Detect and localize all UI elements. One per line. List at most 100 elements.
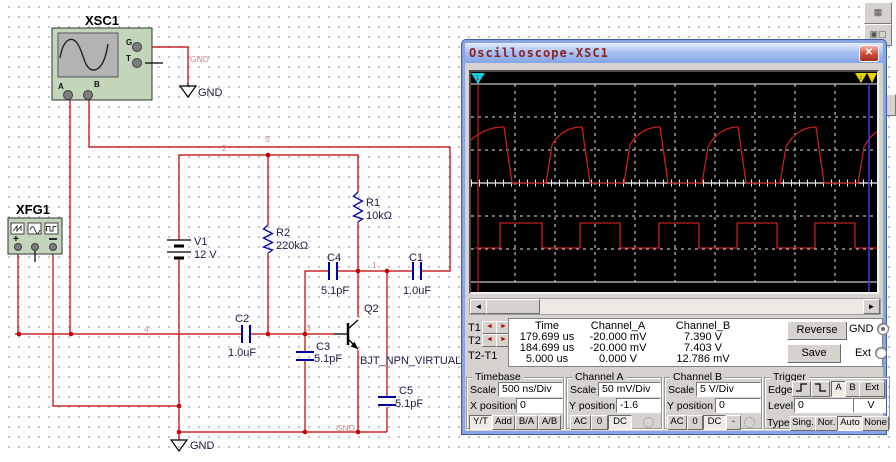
- terminal-a[interactable]: [64, 91, 73, 100]
- c3-value: 5.1pF: [314, 353, 342, 365]
- ext-radio[interactable]: Ext: [855, 347, 887, 359]
- terminal-t[interactable]: [133, 59, 142, 68]
- scroll-left-icon[interactable]: ◄: [470, 299, 487, 314]
- transistor-q2[interactable]: Q2 BJT_NPN_VIRTUAL: [334, 303, 461, 367]
- capacitor-c2: [242, 325, 250, 343]
- channel-b-probe-radio-icon[interactable]: [744, 417, 755, 428]
- channel-b-ac-button[interactable]: AC: [667, 415, 687, 430]
- terminal-common[interactable]: [32, 244, 39, 251]
- c3-ref: C3: [316, 341, 330, 353]
- title-bar[interactable]: Oscilloscope-XSC1 ✕: [465, 43, 883, 63]
- grid-icon[interactable]: ▦: [864, 2, 892, 24]
- trigger-b-button[interactable]: B: [845, 381, 860, 397]
- channel-a-ypos-input[interactable]: -1.6: [616, 398, 661, 413]
- resistor-r2[interactable]: R2 220kΩ: [264, 225, 309, 253]
- channel-b-dc-button[interactable]: DC: [703, 415, 726, 430]
- function-generator-xfg1[interactable]: + XFG1: [8, 202, 62, 262]
- c2-ref: C2: [235, 313, 249, 325]
- ab-button[interactable]: A/B: [538, 415, 561, 430]
- trigger-unit-select[interactable]: V: [853, 398, 886, 413]
- scroll-right-icon[interactable]: ►: [863, 299, 880, 314]
- trigger-edge-label: Edge: [768, 384, 793, 396]
- c5-ref: C5: [399, 385, 413, 397]
- channel-b-ypos-input[interactable]: 0: [715, 398, 761, 413]
- channel-a-dc-button[interactable]: DC: [608, 415, 632, 430]
- scope-screen-icon: [58, 33, 118, 77]
- ground-symbol-top[interactable]: [180, 83, 196, 97]
- trigger-nor-button[interactable]: Nor.: [815, 416, 838, 431]
- pin-label-g: G: [126, 38, 132, 47]
- c1-ref: C1: [409, 252, 423, 264]
- channel-a-zero-button[interactable]: 0: [591, 415, 608, 430]
- trigger-type-label: Type: [767, 417, 790, 429]
- ground-symbol-bottom[interactable]: [171, 440, 187, 451]
- add-button[interactable]: Add: [492, 415, 515, 430]
- rising-edge-icon[interactable]: [792, 381, 811, 397]
- net-gnd-mid: GND: [336, 423, 355, 433]
- timebase-scale-input[interactable]: 500 ns/Div: [498, 382, 563, 397]
- q2-model: BJT_NPN_VIRTUAL: [360, 355, 461, 367]
- t2-label: T2: [468, 335, 481, 347]
- dt-channel-b: 12.786 mV: [651, 354, 755, 365]
- terminal-b[interactable]: [84, 91, 93, 100]
- timebase-group: Timebase Scale 500 ns/Div X position 0 Y…: [466, 377, 564, 429]
- dt-time: 5.000 us: [509, 354, 585, 365]
- trigger-a-button[interactable]: A: [831, 381, 846, 397]
- channel-a-ypos-label: Y position: [569, 400, 615, 412]
- scrollbar-thumb[interactable]: [486, 299, 540, 314]
- xfg1-title: XFG1: [16, 202, 50, 217]
- oscilloscope-window[interactable]: Oscilloscope-XSC1 ✕ 1: [462, 40, 886, 434]
- trigger-sing-button[interactable]: Sing.: [790, 416, 816, 431]
- save-button[interactable]: Save: [787, 344, 841, 363]
- timebase-xpos-input[interactable]: 0: [516, 398, 563, 413]
- falling-edge-icon[interactable]: [811, 381, 830, 397]
- net-2: 2: [222, 143, 227, 153]
- net-3: 3: [306, 323, 311, 333]
- t1-label: T1: [468, 322, 481, 334]
- control-groups: Timebase Scale 500 ns/Div X position 0 Y…: [466, 373, 882, 429]
- net-gnd-top: GND: [190, 54, 209, 64]
- ext-radio-label: Ext: [855, 347, 871, 359]
- battery-v1[interactable]: V1 12 V: [167, 236, 217, 261]
- terminal-g[interactable]: [133, 43, 142, 52]
- channel-b-group: Channel B Scale 5 V/Div Y position 0 AC …: [664, 377, 762, 429]
- timebase-xpos-label: X position: [470, 400, 516, 412]
- q2-ref: Q2: [364, 303, 379, 315]
- channel-a-ac-button[interactable]: AC: [570, 415, 591, 430]
- channel-a-probe-radio-icon[interactable]: [643, 417, 654, 428]
- r1-ref: R1: [366, 197, 380, 209]
- wires[interactable]: [15, 47, 450, 440]
- net-5: 5: [265, 134, 270, 144]
- close-icon[interactable]: ✕: [859, 45, 879, 62]
- yt-button[interactable]: Y/T: [469, 415, 492, 430]
- channel-b-scale-input[interactable]: 5 V/Div: [696, 382, 761, 397]
- oscilloscope-instrument-xsc1[interactable]: G T A B XSC1: [52, 13, 163, 100]
- gnd-radio-icon[interactable]: [877, 323, 889, 335]
- r1-value: 10kΩ: [366, 210, 392, 222]
- terminal-minus[interactable]: [50, 244, 57, 251]
- channel-a-group: Channel A Scale 50 mV/Div Y position -1.…: [566, 377, 662, 429]
- channel-b-minus-button[interactable]: -: [726, 415, 741, 430]
- channel-a-scale-input[interactable]: 50 mV/Div: [598, 382, 661, 397]
- trigger-none-button[interactable]: None: [862, 416, 889, 431]
- t2-left-arrow-icon[interactable]: ◄: [482, 334, 497, 347]
- reverse-button[interactable]: Reverse: [787, 321, 847, 340]
- channel-b-zero-button[interactable]: 0: [687, 415, 703, 430]
- ba-button[interactable]: B/A: [515, 415, 538, 430]
- gnd-radio[interactable]: GND: [849, 323, 889, 335]
- trigger-level-input[interactable]: 0: [794, 398, 853, 413]
- t1-left-arrow-icon[interactable]: ◄: [482, 321, 497, 334]
- trigger-auto-button[interactable]: Auto: [837, 416, 863, 431]
- ext-radio-icon[interactable]: [875, 347, 887, 359]
- c4-value: 5.1pF: [321, 285, 349, 297]
- trigger-ext-button[interactable]: Ext: [859, 381, 885, 397]
- timebase-scale-label: Scale: [470, 384, 496, 396]
- trigger-marker[interactable]: [867, 73, 877, 83]
- scope-display[interactable]: 1 2: [469, 70, 879, 294]
- scope-graph: 1 2: [471, 72, 877, 292]
- capacitor-c4: [329, 262, 337, 280]
- trigger-group: Trigger Edge A B Ext Level 0 V Type Sing…: [764, 377, 890, 429]
- display-scrollbar[interactable]: ◄ ►: [469, 298, 881, 315]
- wire-net5: [89, 100, 450, 271]
- resistor-r1[interactable]: R1 10kΩ: [354, 192, 392, 222]
